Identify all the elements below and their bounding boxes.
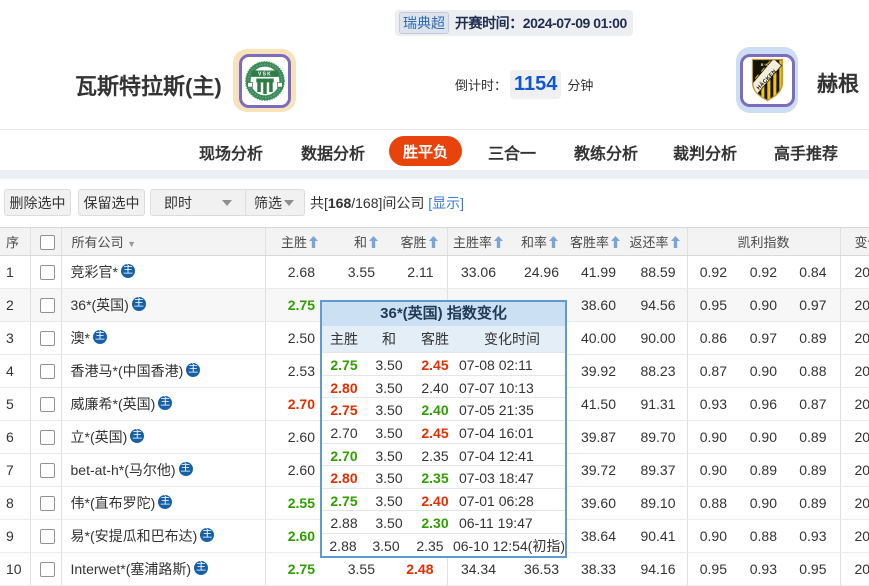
svg-text:B·K: B·K	[760, 63, 768, 67]
svg-text:VSK: VSK	[258, 71, 272, 77]
